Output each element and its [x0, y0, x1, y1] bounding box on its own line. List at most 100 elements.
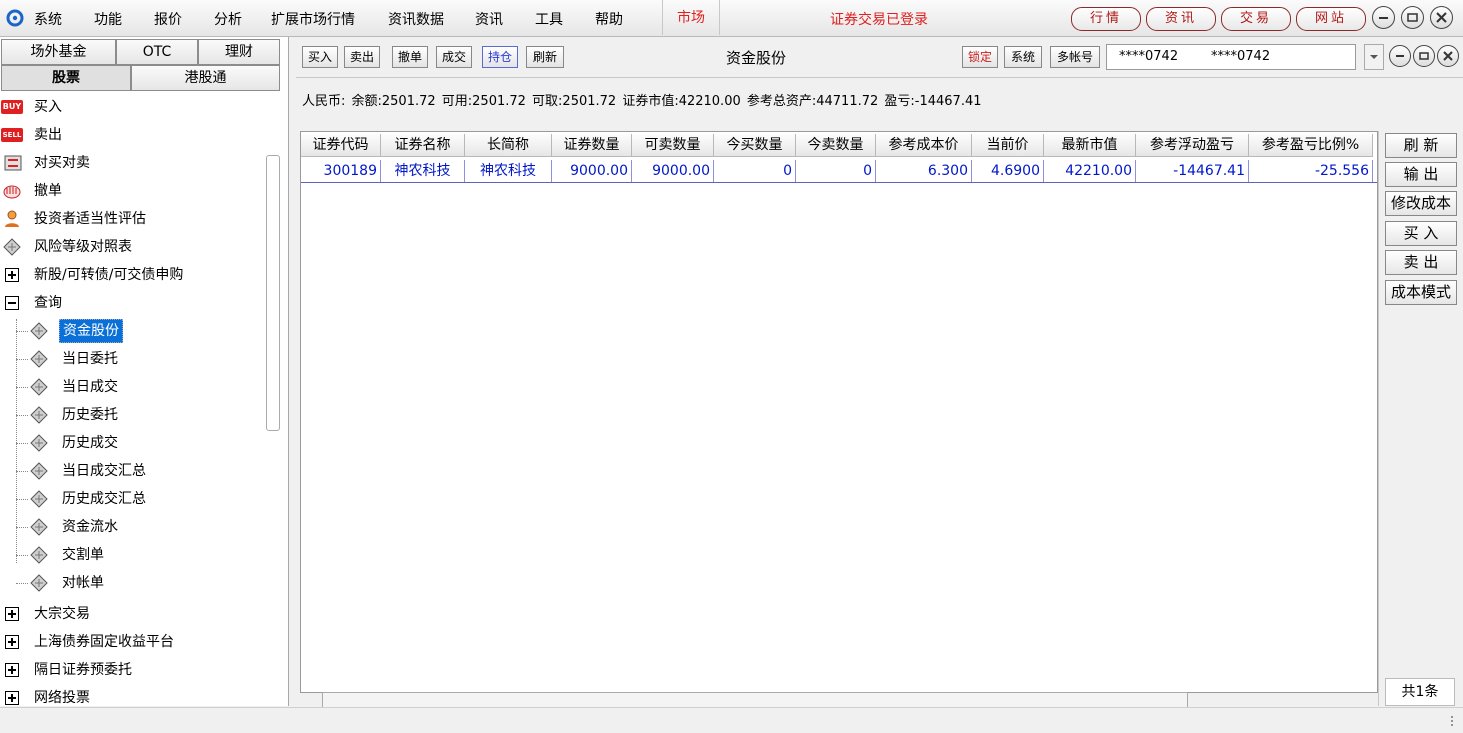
sub-close-button[interactable]	[1437, 45, 1459, 67]
side-action-panel: 刷 新 输 出 修改成本 买 入 卖 出 成本模式	[1378, 131, 1463, 706]
menu-system[interactable]: 系统	[34, 9, 62, 29]
col-name[interactable]: 证券名称	[381, 134, 465, 157]
col-market-value[interactable]: 最新市值	[1044, 134, 1136, 157]
col-today-buy[interactable]: 今买数量	[714, 134, 796, 157]
col-pnl-ratio[interactable]: 参考盈亏比例%	[1249, 134, 1373, 157]
col-current-price[interactable]: 当前价	[972, 134, 1044, 157]
account-select[interactable]: ****0742 ****0742	[1106, 44, 1356, 70]
toolbar-cancel-button[interactable]: 撤单	[392, 46, 428, 68]
lock-button[interactable]: 锁定	[962, 46, 998, 68]
collapse-icon[interactable]	[5, 296, 19, 310]
nav-risk-table[interactable]: 风险等级对照表	[0, 233, 260, 261]
nav-cancel-label: 撤单	[34, 183, 62, 199]
news-button[interactable]: 资讯	[1146, 7, 1216, 31]
menu-analysis[interactable]: 分析	[214, 9, 242, 29]
tab-otc-fund[interactable]: 场外基金	[1, 39, 116, 65]
cell-current-price: 4.6900	[972, 160, 1044, 183]
close-button[interactable]	[1430, 6, 1453, 29]
menu-quote[interactable]: 报价	[154, 9, 182, 29]
minimize-icon	[1379, 17, 1388, 19]
account-dropdown-button[interactable]	[1364, 44, 1384, 70]
nav-today-orders-label: 当日委托	[62, 351, 118, 367]
side-sell-button[interactable]: 卖 出	[1385, 250, 1457, 275]
nav-scrollbar[interactable]	[266, 155, 280, 431]
record-count: 共1条	[1385, 678, 1455, 706]
nav-delivery-label: 交割单	[62, 547, 104, 563]
expand-icon[interactable]	[5, 635, 19, 649]
col-sellable[interactable]: 可卖数量	[632, 134, 714, 157]
app-logo-icon	[6, 9, 24, 27]
tab-otc[interactable]: OTC	[116, 39, 198, 65]
cell-pnl-ratio: -25.556	[1249, 160, 1373, 183]
nav-cancel-order[interactable]: 撤单	[0, 177, 260, 205]
resize-grip-icon[interactable]	[1448, 715, 1456, 727]
toolbar-positions-button[interactable]: 持仓	[482, 46, 518, 68]
status-bar	[0, 707, 1463, 733]
nav-query-today-trades[interactable]: 当日成交	[0, 373, 260, 401]
nav-query-cash-flow[interactable]: 资金流水	[0, 513, 260, 541]
col-code[interactable]: 证券代码	[301, 134, 381, 157]
col-quantity[interactable]: 证券数量	[552, 134, 632, 157]
diamond-icon	[30, 462, 48, 480]
nav-query-today-summary[interactable]: 当日成交汇总	[0, 457, 260, 485]
market-tab[interactable]: 市场	[662, 0, 720, 35]
nav-online-vote[interactable]: 网络投票	[0, 684, 260, 706]
minimize-icon	[1396, 55, 1404, 57]
nav-pre-order[interactable]: 隔日证券预委托	[0, 656, 260, 684]
nav-history-trades-label: 历史成交	[62, 435, 118, 451]
nav-query-history-summary[interactable]: 历史成交汇总	[0, 485, 260, 513]
nav-today-summary-label: 当日成交汇总	[62, 463, 146, 479]
menu-news[interactable]: 资讯	[475, 9, 503, 29]
nav-query-statement[interactable]: 对帐单	[0, 569, 260, 597]
nav-sell[interactable]: SELL 卖出	[0, 121, 260, 149]
col-long-name[interactable]: 长简称	[465, 134, 552, 157]
table-row[interactable]: 300189 神农科技 神农科技 9000.00 9000.00 0 0 6.3…	[301, 160, 1377, 183]
modify-cost-button[interactable]: 修改成本	[1385, 191, 1457, 216]
nav-pair-trade[interactable]: 对买对卖	[0, 149, 260, 177]
multi-account-button[interactable]: 多帐号	[1050, 46, 1100, 68]
toolbar-buy-button[interactable]: 买入	[302, 46, 338, 68]
maximize-button[interactable]	[1401, 6, 1424, 29]
toolbar-trades-button[interactable]: 成交	[436, 46, 472, 68]
expand-icon[interactable]	[5, 607, 19, 621]
menu-info-data[interactable]: 资讯数据	[388, 9, 444, 29]
menu-help[interactable]: 帮助	[595, 9, 623, 29]
col-today-sell[interactable]: 今卖数量	[796, 134, 876, 157]
nav-cash-flow-label: 资金流水	[62, 519, 118, 535]
expand-icon[interactable]	[5, 663, 19, 677]
cost-mode-button[interactable]: 成本模式	[1385, 280, 1457, 305]
expand-icon[interactable]	[5, 691, 19, 705]
nav-query-history-trades[interactable]: 历史成交	[0, 429, 260, 457]
nav-query[interactable]: 查询	[0, 289, 260, 317]
nav-suitability[interactable]: 投资者适当性评估	[0, 205, 260, 233]
nav-query-today-orders[interactable]: 当日委托	[0, 345, 260, 373]
tab-wealth[interactable]: 理财	[198, 39, 280, 65]
website-button[interactable]: 网站	[1296, 7, 1366, 31]
nav-bond-platform[interactable]: 上海债券固定收益平台	[0, 628, 260, 656]
export-button[interactable]: 输 出	[1385, 162, 1457, 187]
nav-ipo-subscribe[interactable]: 新股/可转债/可交债申购	[0, 261, 260, 289]
col-cost-price[interactable]: 参考成本价	[876, 134, 972, 157]
quotes-button[interactable]: 行情	[1071, 7, 1141, 31]
side-buy-button[interactable]: 买 入	[1385, 221, 1457, 246]
nav-buy[interactable]: BUY 买入	[0, 93, 260, 121]
menu-extended-market[interactable]: 扩展市场行情	[271, 9, 355, 29]
tab-hk-connect[interactable]: 港股通	[131, 65, 280, 91]
toolbar-sell-button[interactable]: 卖出	[344, 46, 380, 68]
sub-minimize-button[interactable]	[1389, 45, 1411, 67]
nav-query-funds-shares[interactable]: 资金股份	[0, 317, 260, 345]
expand-icon[interactable]	[5, 268, 19, 282]
sub-maximize-button[interactable]	[1413, 45, 1435, 67]
system-button[interactable]: 系统	[1004, 46, 1042, 68]
menu-function[interactable]: 功能	[94, 9, 122, 29]
nav-query-delivery[interactable]: 交割单	[0, 541, 260, 569]
tab-stocks[interactable]: 股票	[1, 65, 131, 91]
refresh-button[interactable]: 刷 新	[1385, 133, 1457, 158]
menu-tools[interactable]: 工具	[535, 9, 563, 29]
nav-query-history-orders[interactable]: 历史委托	[0, 401, 260, 429]
nav-block-trade[interactable]: 大宗交易	[0, 600, 260, 628]
col-floating-pnl[interactable]: 参考浮动盈亏	[1136, 134, 1249, 157]
toolbar-refresh-button[interactable]: 刷新	[526, 46, 564, 68]
minimize-button[interactable]	[1372, 6, 1395, 29]
trade-button[interactable]: 交易	[1221, 7, 1291, 31]
